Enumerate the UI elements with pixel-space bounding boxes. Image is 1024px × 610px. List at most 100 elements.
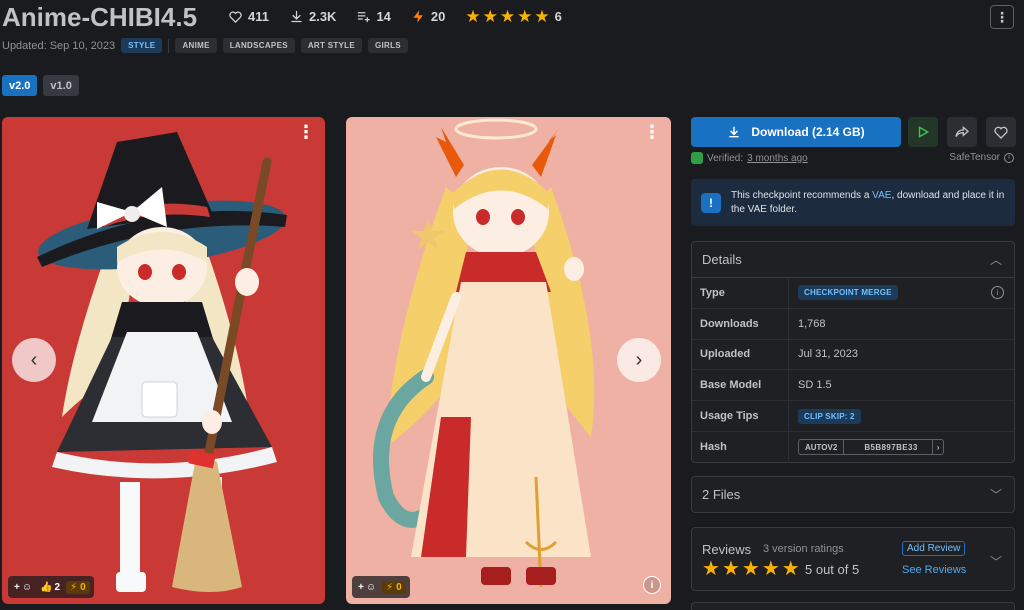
chevron-up-icon: ︿ bbox=[989, 253, 1002, 267]
tag-style[interactable]: STYLE bbox=[121, 38, 163, 53]
verified-label: Verified: bbox=[707, 152, 744, 164]
like-reaction[interactable]: 👍 2 bbox=[38, 582, 62, 593]
alert-info-icon: ! bbox=[701, 192, 721, 213]
details-value: 1,768 bbox=[798, 317, 826, 330]
details-row-type: Type CHECKPOINT MERGE i bbox=[692, 278, 1014, 309]
next-image-button[interactable]: › bbox=[617, 338, 661, 382]
collections-stat[interactable]: 14 bbox=[356, 9, 391, 24]
collections-count: 14 bbox=[376, 9, 391, 24]
vae-alert: ! This checkpoint recommends a VAE, down… bbox=[691, 179, 1015, 226]
see-reviews-link[interactable]: See Reviews bbox=[902, 564, 966, 576]
rating-stars: ★ ★ ★ ★ ★ bbox=[465, 8, 549, 25]
gallery-image-card[interactable]: ⋮ ‹ + ☺ 👍 2 ⚡ 0 bbox=[2, 117, 325, 604]
details-key: Type bbox=[692, 278, 789, 308]
buzz-stat[interactable]: 20 bbox=[411, 9, 445, 24]
star-icon: ★ bbox=[517, 7, 533, 26]
downloads-stat: 2.3K bbox=[289, 9, 336, 24]
hash-value[interactable]: B5B897BE33 bbox=[844, 440, 933, 455]
previous-image-button[interactable]: ‹ bbox=[12, 338, 56, 382]
details-key: Hash bbox=[692, 431, 789, 463]
tag-girls[interactable]: GIRLS bbox=[368, 38, 408, 53]
version-v1[interactable]: v1.0 bbox=[43, 75, 79, 96]
image-info-icon[interactable]: i bbox=[643, 576, 661, 594]
downloads-count: 2.3K bbox=[308, 9, 337, 24]
download-icon bbox=[729, 126, 739, 138]
chevron-down-icon: ﹀ bbox=[989, 488, 1002, 502]
reviews-score: 5 out of 5 bbox=[805, 562, 860, 577]
like-count: 2 bbox=[54, 581, 61, 593]
buzz-tip-button[interactable]: ⚡ 0 bbox=[382, 580, 406, 594]
bolt-icon: ⚡ bbox=[386, 581, 394, 593]
next-panel-edge bbox=[691, 602, 1015, 610]
gallery-image-card[interactable]: ⋮ › + ☺ ⚡ 0 i bbox=[346, 117, 671, 604]
info-icon[interactable]: i bbox=[1004, 152, 1014, 163]
file-format: SafeTensor i bbox=[949, 152, 1014, 163]
vertical-dots-icon[interactable]: ⋮ bbox=[643, 123, 661, 141]
model-stats: 411 2.3K 14 20 ★ ★ ★ ★ ★ 6 bbox=[228, 8, 562, 25]
details-key: Downloads bbox=[692, 308, 789, 339]
star-icon: ★ bbox=[721, 558, 740, 580]
rating-count: 6 bbox=[554, 9, 562, 24]
details-row-hash: Hash AUTOV2 B5B897BE33 › bbox=[692, 431, 1014, 463]
likes-stat[interactable]: 411 bbox=[228, 9, 269, 24]
buzz-tip-button[interactable]: ⚡ 0 bbox=[66, 580, 90, 594]
run-button[interactable] bbox=[908, 117, 938, 147]
details-row-downloads: Downloads 1,768 bbox=[692, 308, 1014, 340]
verified-check-icon bbox=[691, 152, 703, 164]
heart-icon bbox=[229, 11, 242, 24]
vae-link[interactable]: VAE bbox=[872, 190, 891, 201]
chevron-right-icon[interactable]: › bbox=[933, 440, 944, 454]
info-icon[interactable]: i bbox=[991, 286, 1004, 300]
updated-date: Updated: Sep 10, 2023 bbox=[2, 39, 116, 52]
share-button[interactable] bbox=[947, 117, 977, 147]
details-key: Uploaded bbox=[692, 339, 789, 370]
play-icon bbox=[918, 126, 930, 138]
meta-row: Updated: Sep 10, 2023 STYLE ANIME LANDSC… bbox=[2, 38, 408, 53]
hash-algorithm[interactable]: AUTOV2 bbox=[799, 440, 845, 455]
page-title: Anime-CHIBI4.5 bbox=[2, 2, 198, 32]
reviews-panel: Reviews 3 version ratings ★ ★ ★ ★ ★ 5 ou… bbox=[691, 527, 1015, 591]
verified-status: Verified: 3 months ago bbox=[691, 152, 808, 164]
version-v2[interactable]: v2.0 bbox=[2, 75, 38, 96]
verified-time-link[interactable]: 3 months ago bbox=[747, 153, 808, 164]
download-button[interactable]: Download (2.14 GB) bbox=[691, 117, 901, 147]
vertical-dots-icon: ⋮ bbox=[995, 8, 1009, 25]
bolt-icon bbox=[413, 10, 423, 23]
more-options-button[interactable]: ⋮ bbox=[990, 5, 1014, 29]
image-reactions: + ☺ 👍 2 ⚡ 0 bbox=[8, 576, 94, 598]
thumbs-up-icon: 👍 bbox=[40, 581, 53, 593]
star-icon: ★ bbox=[702, 558, 720, 580]
vae-alert-text: This checkpoint recommends a VAE, downlo… bbox=[731, 189, 1005, 217]
safetensor-label: SafeTensor bbox=[949, 152, 1000, 163]
chevron-right-icon: › bbox=[635, 348, 643, 371]
smile-icon: ☺ bbox=[365, 581, 377, 593]
rating-stat[interactable]: ★ ★ ★ ★ ★ 6 bbox=[465, 8, 561, 25]
buzz-count: 0 bbox=[80, 581, 86, 593]
add-review-button[interactable]: Add Review bbox=[902, 541, 966, 556]
add-reaction-button[interactable]: + ☺ bbox=[12, 582, 34, 593]
divider bbox=[168, 38, 170, 53]
version-selector: v2.0 v1.0 bbox=[2, 75, 79, 96]
files-title: 2 Files bbox=[702, 487, 741, 502]
hash-selector[interactable]: AUTOV2 B5B897BE33 › bbox=[798, 439, 945, 456]
add-reaction-button[interactable]: + ☺ bbox=[356, 582, 378, 593]
details-panel: Details ︿ Type CHECKPOINT MERGE i Downlo… bbox=[691, 241, 1015, 463]
tag-anime[interactable]: ANIME bbox=[175, 38, 217, 53]
clip-skip-badge: CLIP SKIP: 2 bbox=[798, 408, 861, 424]
tag-art-style[interactable]: ART STYLE bbox=[300, 38, 362, 53]
star-icon: ★ bbox=[482, 7, 498, 26]
chevron-left-icon: ‹ bbox=[30, 348, 38, 371]
star-icon: ★ bbox=[761, 558, 780, 580]
type-badge: CHECKPOINT MERGE bbox=[798, 285, 898, 301]
files-accordion[interactable]: 2 Files ﹀ bbox=[691, 476, 1015, 513]
heart-icon bbox=[994, 126, 1008, 139]
smile-icon: ☺ bbox=[21, 581, 33, 593]
chevron-down-icon[interactable]: ﹀ bbox=[990, 553, 1002, 570]
reviews-count: 3 version ratings bbox=[763, 543, 844, 555]
tag-landscapes[interactable]: LANDSCAPES bbox=[222, 38, 295, 53]
star-icon: ★ bbox=[741, 558, 760, 580]
vertical-dots-icon[interactable]: ⋮ bbox=[297, 123, 315, 141]
like-button[interactable] bbox=[986, 117, 1016, 147]
download-icon bbox=[291, 10, 302, 23]
details-header[interactable]: Details ︿ bbox=[692, 242, 1014, 278]
